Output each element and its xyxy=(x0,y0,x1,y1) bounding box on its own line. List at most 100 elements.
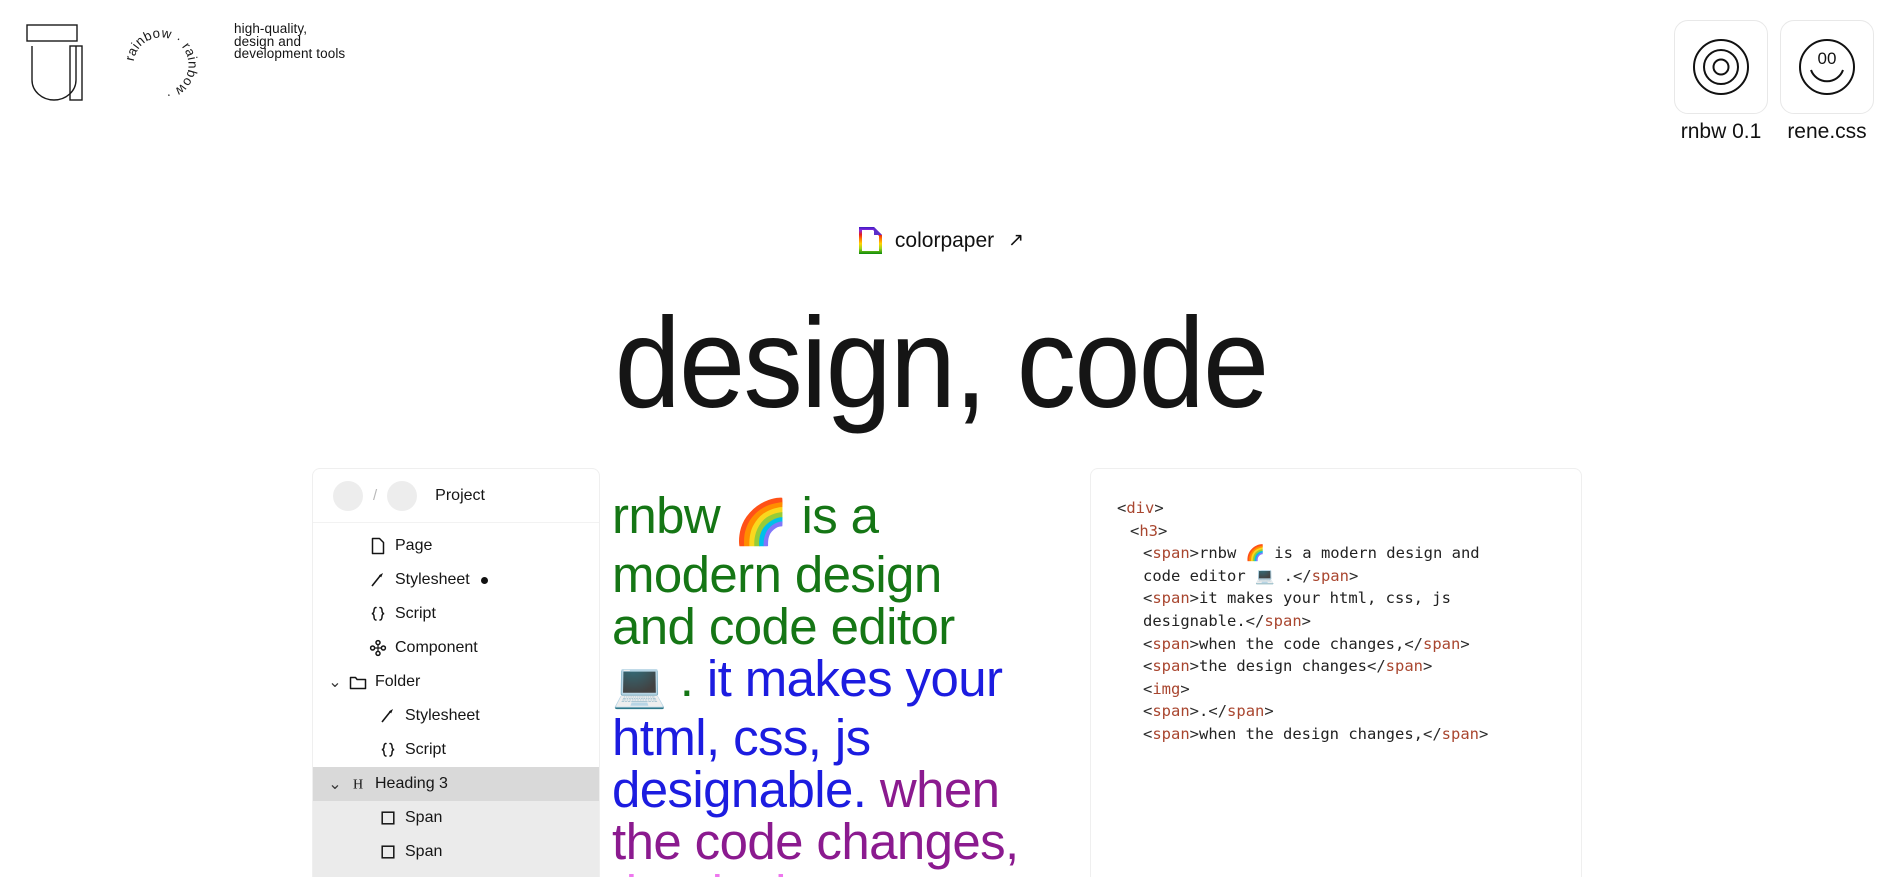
app-rene-tile[interactable]: 00 xyxy=(1780,20,1874,114)
rnbw-u-logo-icon[interactable] xyxy=(26,24,92,102)
code-tag-name: span xyxy=(1152,589,1190,608)
code-line[interactable]: <span>rnbw 🌈 is a modern design and xyxy=(1117,542,1581,565)
span-icon xyxy=(375,809,401,827)
tree-item-script[interactable]: ⌄Script xyxy=(313,597,599,631)
code-bracket: > xyxy=(1301,611,1311,630)
preview-heading: rnbw 🌈 is a modern design and code edito… xyxy=(612,490,1020,877)
tree-item-stylesheet[interactable]: ⌄Stylesheet xyxy=(313,699,599,733)
code-bracket: > xyxy=(1478,724,1489,743)
site-header: rainbow · rainbow · high-quality, design… xyxy=(0,0,1882,160)
code-bracket: < xyxy=(1117,499,1127,517)
code-text: when the code changes, xyxy=(1199,634,1405,653)
svg-text:H: H xyxy=(353,778,363,793)
code-tag-name: img xyxy=(1152,679,1181,698)
span-icon xyxy=(375,843,401,861)
preview-span-1-text-a: rnbw xyxy=(612,487,734,544)
code-tag-name: span xyxy=(1152,657,1190,676)
colorpaper-link[interactable]: colorpaper ↗ xyxy=(0,226,1882,255)
code-line[interactable]: <span>it makes your html, css, js xyxy=(1117,587,1581,610)
code-bracket: </ xyxy=(1208,702,1228,721)
code-bracket: > xyxy=(1189,634,1200,653)
svg-text:rainbow · rainbow ·: rainbow · rainbow · xyxy=(122,25,201,104)
app-rnbw-tile[interactable] xyxy=(1674,20,1768,114)
code-line[interactable]: code editor 💻 .</span> xyxy=(1117,565,1581,588)
code-tag-name: h3 xyxy=(1139,521,1159,540)
tagline: high-quality, design and development too… xyxy=(234,22,346,62)
code-bracket: > xyxy=(1348,566,1359,585)
folder-icon xyxy=(345,673,371,691)
code-bracket: < xyxy=(1143,702,1153,721)
code-text: designable. xyxy=(1143,611,1246,630)
code-line[interactable]: <h3> xyxy=(1117,520,1581,543)
code-tag-name: div xyxy=(1126,499,1155,517)
code-tag-name: span xyxy=(1152,702,1190,721)
preview-span-1-text-c: . xyxy=(666,650,694,707)
code-tag-name: span xyxy=(1152,634,1190,653)
app-rnbw-label: rnbw 0.1 xyxy=(1680,120,1762,143)
code-bracket: > xyxy=(1189,589,1200,608)
code-text: when the design changes, xyxy=(1199,724,1423,743)
tree-item-label: Span xyxy=(405,809,443,826)
component-icon xyxy=(365,639,391,657)
heading-icon: H xyxy=(345,775,371,793)
chevron-down-icon[interactable]: ⌄ xyxy=(325,672,345,692)
code-line[interactable]: <span>when the design changes,</span> xyxy=(1117,723,1581,746)
code-bracket: </ xyxy=(1292,566,1312,585)
breadcrumb-separator: / xyxy=(373,487,378,504)
code-tag-name: span xyxy=(1227,702,1265,721)
code-bracket: < xyxy=(1130,521,1140,540)
code-line[interactable]: <div> xyxy=(1117,497,1581,520)
code-line[interactable]: <span>.</span> xyxy=(1117,700,1581,723)
code-editor-content[interactable]: <div> <h3> <span>rnbw 🌈 is a modern design… xyxy=(1117,497,1581,746)
tree-item-label: Page xyxy=(395,537,433,554)
code-bracket: > xyxy=(1180,679,1190,698)
unsaved-changes-dot xyxy=(480,576,488,584)
tree-item-heading-3[interactable]: ⌄ H Heading 3 xyxy=(313,767,599,801)
tree-item-span[interactable]: ⌄Span xyxy=(313,835,599,869)
code-bracket: </ xyxy=(1404,634,1423,653)
code-line[interactable]: designable.</span> xyxy=(1117,610,1581,633)
smiley-eyes: 00 xyxy=(1818,49,1837,68)
braces-icon xyxy=(375,741,401,759)
tree-item-stylesheet[interactable]: ⌄Stylesheet xyxy=(313,563,599,597)
code-line[interactable]: <img> xyxy=(1117,678,1581,701)
app-rene[interactable]: 00 rene.css xyxy=(1780,20,1874,144)
code-tag-name: span xyxy=(1264,611,1302,630)
breadcrumb-avatar-1[interactable] xyxy=(333,480,363,511)
tree-item-component[interactable]: ⌄Component xyxy=(313,631,599,665)
code-bracket: > xyxy=(1423,657,1433,676)
app-root: rainbow · rainbow · high-quality, design… xyxy=(0,0,1882,877)
brush-icon xyxy=(375,707,401,725)
tree-item-page[interactable]: ⌄Page xyxy=(313,529,599,563)
breadcrumb-avatar-2[interactable] xyxy=(387,480,418,511)
colorpaper-label: colorpaper xyxy=(894,228,995,252)
app-rnbw[interactable]: rnbw 0.1 xyxy=(1674,20,1768,144)
breadcrumb[interactable]: / Project xyxy=(313,469,599,523)
preview-span-4[interactable]: the design xyxy=(612,865,842,877)
file-tree-panel: / Project ⌄Page⌄Stylesheet⌄Script⌄Compon… xyxy=(312,468,600,877)
preview-panel[interactable]: rnbw 🌈 is a modern design and code edito… xyxy=(612,468,1020,877)
ring-text: rainbow · rainbow · xyxy=(122,25,200,104)
tree-item-span[interactable]: ⌄Span xyxy=(313,801,599,835)
chevron-down-icon[interactable]: ⌄ xyxy=(325,774,345,794)
app-rene-label: rene.css xyxy=(1787,120,1867,143)
code-bracket: > xyxy=(1189,544,1200,563)
tree-item-span[interactable]: ⌄Span xyxy=(313,869,599,877)
code-line[interactable]: <span>when the code changes,</span> xyxy=(1117,633,1581,656)
tree-item-label: Stylesheet xyxy=(405,707,480,724)
page-title: design, code xyxy=(614,292,1270,435)
tree-item-label: Heading 3 xyxy=(375,775,448,792)
code-text: rnbw 🌈 is a modern design and xyxy=(1199,544,1480,563)
code-line[interactable]: <span>the design changes</span> xyxy=(1117,655,1581,678)
code-bracket: < xyxy=(1143,634,1153,653)
tree-item-label: Stylesheet xyxy=(395,571,470,588)
code-editor-panel[interactable]: <div> <h3> <span>rnbw 🌈 is a modern design… xyxy=(1090,468,1582,877)
code-tag-name: span xyxy=(1152,544,1190,563)
breadcrumb-project-label: Project xyxy=(435,486,485,504)
code-bracket: > xyxy=(1460,634,1470,653)
file-tree: ⌄Page⌄Stylesheet⌄Script⌄Component⌄Folder… xyxy=(313,523,599,877)
concentric-circles-icon xyxy=(1693,39,1749,95)
tree-item-folder[interactable]: ⌄ Folder xyxy=(313,665,599,699)
tree-item-script[interactable]: ⌄Script xyxy=(313,733,599,767)
tagline-line-3: development tools xyxy=(234,46,346,62)
